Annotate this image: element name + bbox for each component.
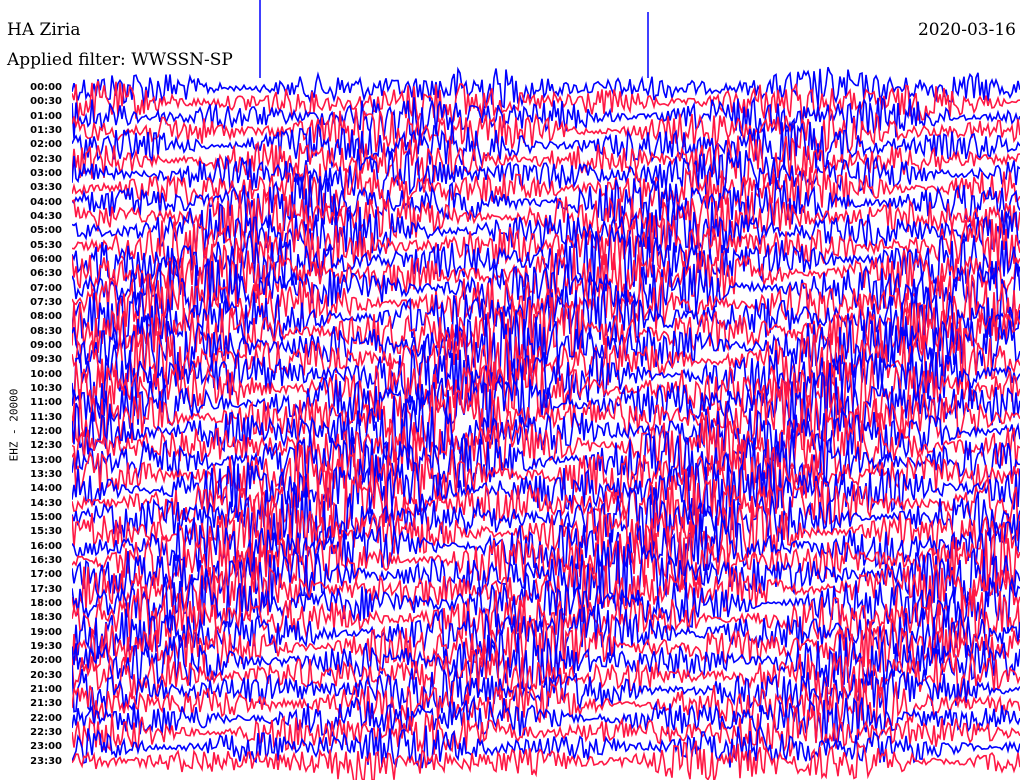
time-tick-label: 06:30 bbox=[30, 268, 62, 280]
time-tick-label: 14:30 bbox=[30, 497, 62, 509]
time-tick-labels: 00:00 00:30 01:00 01:30 02:00 02:30 03:00 03:30… bbox=[0, 0, 72, 780]
time-tick-label: 18:30 bbox=[30, 612, 62, 624]
time-tick-label: 13:00 bbox=[30, 454, 62, 466]
time-tick-label: 06:00 bbox=[30, 253, 62, 265]
time-tick-label: 15:00 bbox=[30, 511, 62, 523]
time-tick-label: 08:30 bbox=[30, 325, 62, 337]
time-tick-label: 10:00 bbox=[30, 368, 62, 380]
time-tick-label: 18:00 bbox=[30, 597, 62, 609]
time-tick-label: 23:00 bbox=[30, 741, 62, 753]
time-tick-label: 01:30 bbox=[30, 124, 62, 136]
time-tick-label: 19:00 bbox=[30, 626, 62, 638]
time-tick-label: 00:30 bbox=[30, 96, 62, 108]
time-tick-label: 10:30 bbox=[30, 382, 62, 394]
time-tick-label: 05:30 bbox=[30, 239, 62, 251]
time-tick-label: 21:00 bbox=[30, 683, 62, 695]
time-tick-label: 11:00 bbox=[30, 397, 62, 409]
time-tick-label: 02:00 bbox=[30, 139, 62, 151]
time-tick-label: 13:30 bbox=[30, 468, 62, 480]
time-tick-label: 04:00 bbox=[30, 196, 62, 208]
time-tick-label: 08:00 bbox=[30, 311, 62, 323]
time-tick-label: 07:30 bbox=[30, 296, 62, 308]
time-tick-label: 00:00 bbox=[30, 82, 62, 93]
time-tick-label: 22:30 bbox=[30, 726, 62, 738]
time-tick-label: 21:30 bbox=[30, 698, 62, 710]
time-tick-label: 22:00 bbox=[30, 712, 62, 724]
time-tick-label: 07:00 bbox=[30, 282, 62, 294]
time-tick-label: 04:30 bbox=[30, 210, 62, 222]
time-tick-label: 12:30 bbox=[30, 440, 62, 452]
time-tick-label: 12:00 bbox=[30, 425, 62, 437]
time-tick-label: 17:00 bbox=[30, 569, 62, 581]
time-tick-label: 16:00 bbox=[30, 540, 62, 552]
time-tick-label: 03:30 bbox=[30, 182, 62, 194]
time-tick-label: 20:30 bbox=[30, 669, 62, 681]
time-tick-label: 05:00 bbox=[30, 225, 62, 237]
time-tick-label: 23:30 bbox=[30, 755, 62, 767]
time-tick-label: 02:30 bbox=[30, 153, 62, 165]
time-tick-label: 16:30 bbox=[30, 554, 62, 566]
time-tick-label: 11:30 bbox=[30, 411, 62, 423]
time-tick-label: 01:00 bbox=[30, 110, 62, 122]
time-tick-label: 09:30 bbox=[30, 354, 62, 366]
time-tick-label: 14:00 bbox=[30, 483, 62, 495]
time-tick-label: 09:00 bbox=[30, 339, 62, 351]
time-tick-label: 15:30 bbox=[30, 526, 62, 538]
seismogram-plot bbox=[72, 0, 1020, 780]
time-tick-label: 17:30 bbox=[30, 583, 62, 595]
time-tick-label: 03:00 bbox=[30, 167, 62, 179]
time-tick-label: 20:00 bbox=[30, 655, 62, 667]
time-tick-label: 19:30 bbox=[30, 640, 62, 652]
